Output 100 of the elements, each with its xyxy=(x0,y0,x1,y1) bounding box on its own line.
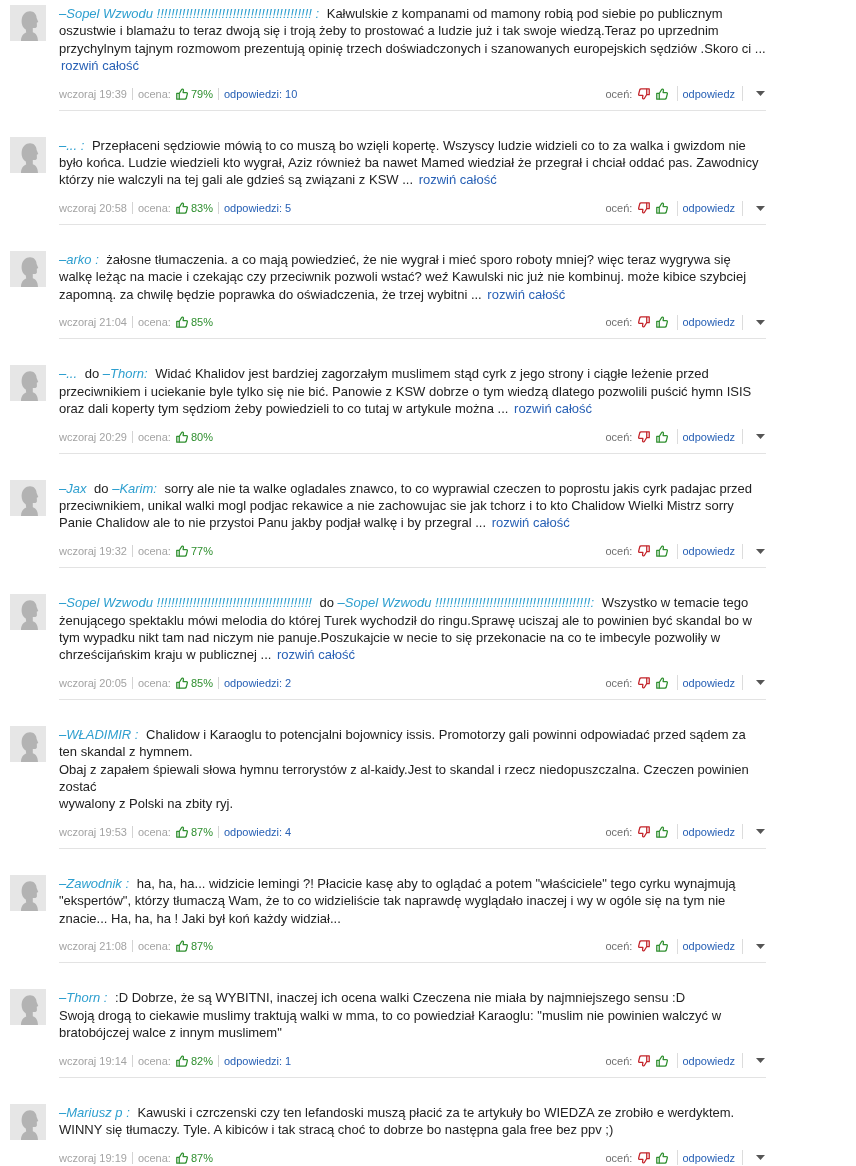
timestamp: wczoraj 19:19 xyxy=(59,1151,127,1164)
rating-percent: 77% xyxy=(190,545,213,558)
avatar-icon xyxy=(10,136,46,173)
reply-link[interactable]: odpowiedz xyxy=(682,430,735,443)
expand-link[interactable]: rozwiń całość xyxy=(418,172,497,188)
comment-text: –... : Przepłaceni sędziowie mówią to co muszą bo wzięli kopertę. Wszyscy ludzie widzieli co to za walka i gwizdom nie było końca. Ludzie wiedzieli kto wygrał, Aziz również ba nawet Mamed wiedział że przegrał i chciał oddać pas. Zawodnicy którzy nie walczyli na tej gali ale gdzieś są związani z KSW ... rozwiń całość xyxy=(59,136,760,189)
thumbs-down-icon[interactable] xyxy=(638,676,651,689)
reply-link[interactable]: odpowiedz xyxy=(682,202,735,215)
thumbs-down-icon[interactable] xyxy=(638,316,651,329)
avatar-icon xyxy=(10,251,46,288)
reply-link[interactable]: odpowiedz xyxy=(682,825,735,838)
avatar-icon xyxy=(10,725,46,762)
thumbs-up-icon[interactable] xyxy=(656,202,669,215)
rating-label: ocena: xyxy=(137,430,171,443)
rating-label: ocena: xyxy=(137,87,171,100)
timestamp: wczoraj 19:39 xyxy=(59,87,127,100)
caret-down-icon[interactable] xyxy=(756,680,765,686)
avatar-icon xyxy=(10,479,46,516)
timestamp: wczoraj 20:05 xyxy=(59,676,127,689)
author-link[interactable]: –... : xyxy=(59,137,85,153)
comment-text: –Thorn : :D Dobrze, że są WYBITNI, inaczej ich ocena walki Czeczena nie miała by najmniejszego sensu :D Swoją drogą to ciekawie muslimy traktują walki w mma, to co powiedział Karaoglu: "muslim nie powinien walczyć w bratobójczej walce z innym muslimem" xyxy=(59,989,723,1042)
rating-label: ocena: xyxy=(137,1054,171,1067)
avatar-icon xyxy=(10,365,46,402)
caret-down-icon[interactable] xyxy=(756,943,765,949)
author-link[interactable]: –Thorn : xyxy=(59,990,108,1006)
thumbs-down-icon[interactable] xyxy=(638,202,651,215)
thumbs-down-icon[interactable] xyxy=(638,940,651,953)
expand-link[interactable]: rozwiń całość xyxy=(514,401,593,417)
reply-link[interactable]: odpowiedz xyxy=(682,545,735,558)
rating-label: ocena: xyxy=(137,545,171,558)
avatar-icon xyxy=(10,5,46,41)
thumbs-up-icon[interactable] xyxy=(656,430,669,443)
rating-percent: 87% xyxy=(190,825,213,838)
rate-label: oceń: xyxy=(605,87,633,100)
thumbs-up-icon[interactable] xyxy=(656,545,669,558)
reply-link[interactable]: odpowiedz xyxy=(682,316,735,329)
comment-text: –Sopel Wzwodu !!!!!!!!!!!!!!!!!!!!!!!!!!!!!!!!!!!!!!!!!!! do –Sopel Wzwodu !!!!!!!!!!!!!!!!!!!!!!!!!!!!!!!!!!!!!!!!!!!: Wszystko w temacie tego żenującego spektaklu mówi melodia do której Turek wychodził do ringu.Sprawę uciszaj ale to powinien być skandal bo w tym wypadku nikt tam nad niczym nie panuje.Poszukajcie w necie to się przekonacie na co te imbecyle pozwoliły w chrześcijańskim kraju w publicznej ... rozwiń całość xyxy=(59,594,753,664)
thumbs-down-icon[interactable] xyxy=(638,430,651,443)
rate-label: oceń: xyxy=(605,676,633,689)
rate-label: oceń: xyxy=(605,202,633,215)
rating-label: ocena: xyxy=(137,316,171,329)
thumbs-up-icon[interactable] xyxy=(656,1151,669,1164)
thumbs-up-icon[interactable] xyxy=(656,676,669,689)
reply-link[interactable]: odpowiedz xyxy=(682,676,735,689)
reply-link[interactable]: odpowiedz xyxy=(682,1054,735,1067)
caret-down-icon[interactable] xyxy=(756,829,765,835)
avatar-icon xyxy=(10,594,46,631)
thumbs-up-icon xyxy=(175,825,188,838)
thumbs-up-icon[interactable] xyxy=(656,1054,669,1067)
thumbs-up-icon[interactable] xyxy=(656,316,669,329)
caret-down-icon[interactable] xyxy=(756,548,765,554)
caret-down-icon[interactable] xyxy=(756,1058,765,1064)
rating-percent: 80% xyxy=(190,430,213,443)
rating-label: ocena: xyxy=(137,676,171,689)
caret-down-icon[interactable] xyxy=(756,319,765,325)
thumbs-up-icon[interactable] xyxy=(656,940,669,953)
reply-link[interactable]: odpowiedz xyxy=(682,1151,735,1164)
thumbs-up-icon[interactable] xyxy=(656,825,669,838)
thumbs-down-icon[interactable] xyxy=(638,1054,651,1067)
rating-percent: 83% xyxy=(190,202,213,215)
thumbs-up-icon xyxy=(175,545,188,558)
replies-link[interactable]: odpowiedzi: 1 xyxy=(223,1054,292,1067)
thumbs-down-icon[interactable] xyxy=(638,825,651,838)
expand-link[interactable]: rozwiń całość xyxy=(491,515,570,531)
author-link[interactable]: –WŁADIMIR : xyxy=(59,726,139,742)
thumbs-down-icon[interactable] xyxy=(638,87,651,100)
rate-label: oceń: xyxy=(605,1151,633,1164)
timestamp: wczoraj 21:04 xyxy=(59,316,127,329)
expand-link[interactable]: rozwiń całość xyxy=(487,286,566,302)
caret-down-icon[interactable] xyxy=(756,91,765,97)
avatar-icon xyxy=(10,874,46,911)
thumbs-up-icon xyxy=(175,87,188,100)
caret-down-icon[interactable] xyxy=(756,434,765,440)
caret-down-icon[interactable] xyxy=(756,205,765,211)
replies-link[interactable]: odpowiedzi: 2 xyxy=(223,676,292,689)
avatar-icon xyxy=(10,1103,46,1140)
thumbs-up-icon xyxy=(175,430,188,443)
reply-link[interactable]: odpowiedz xyxy=(682,940,735,953)
rating-label: ocena: xyxy=(137,825,171,838)
thumbs-up-icon xyxy=(175,1151,188,1164)
comment-text: –WŁADIMIR : Chalidow i Karaoglu to potencjalni bojownicy issis. Promotorzy gali powinni odpowiadać przed sądem za ten skandal z hymnem. Obaj z zapałem śpiewali słowa hymnu terrorystów z al-kaidy.Jest to skandal i rzecz niedopuszczalna. Czeczen powinien zostać wywalony z Polski na zbity ryj. xyxy=(59,725,750,813)
thumbs-down-icon[interactable] xyxy=(638,1151,651,1164)
thumbs-up-icon xyxy=(175,1054,188,1067)
timestamp: wczoraj 20:58 xyxy=(59,202,127,215)
thumbs-down-icon[interactable] xyxy=(638,545,651,558)
comment-text: –Sopel Wzwodu !!!!!!!!!!!!!!!!!!!!!!!!!!!!!!!!!!!!!!!!!!! : Kałwulskie z kompanami od mamony robią pod siebie po publicznym oszustwie i blamażu to teraz dwoją się i troją żeby to prostować a ludzie już i tak swoje wiedzą.Teraz po uprzednim przychylnym tajnym rozmowom prezentują opinię trzech doświadczonych i szanowanych europejskich sędziów .Skoro ci ... rozwiń całość xyxy=(59,5,766,75)
reply-link[interactable]: odpowiedz xyxy=(682,87,735,100)
thumbs-up-icon xyxy=(175,202,188,215)
expand-link[interactable]: rozwiń całość xyxy=(61,57,140,73)
rating-percent: 85% xyxy=(190,676,213,689)
rate-label: oceń: xyxy=(605,825,633,838)
expand-link[interactable]: rozwiń całość xyxy=(277,647,356,663)
replies-link[interactable]: odpowiedzi: 4 xyxy=(223,825,292,838)
replies-link[interactable]: odpowiedzi: 10 xyxy=(223,87,298,100)
replies-link[interactable]: odpowiedzi: 5 xyxy=(223,202,292,215)
rating-percent: 79% xyxy=(190,87,213,100)
thumbs-up-icon[interactable] xyxy=(656,87,669,100)
timestamp: wczoraj 20:29 xyxy=(59,430,127,443)
caret-down-icon[interactable] xyxy=(756,1155,765,1161)
rating-label: ocena: xyxy=(137,202,171,215)
